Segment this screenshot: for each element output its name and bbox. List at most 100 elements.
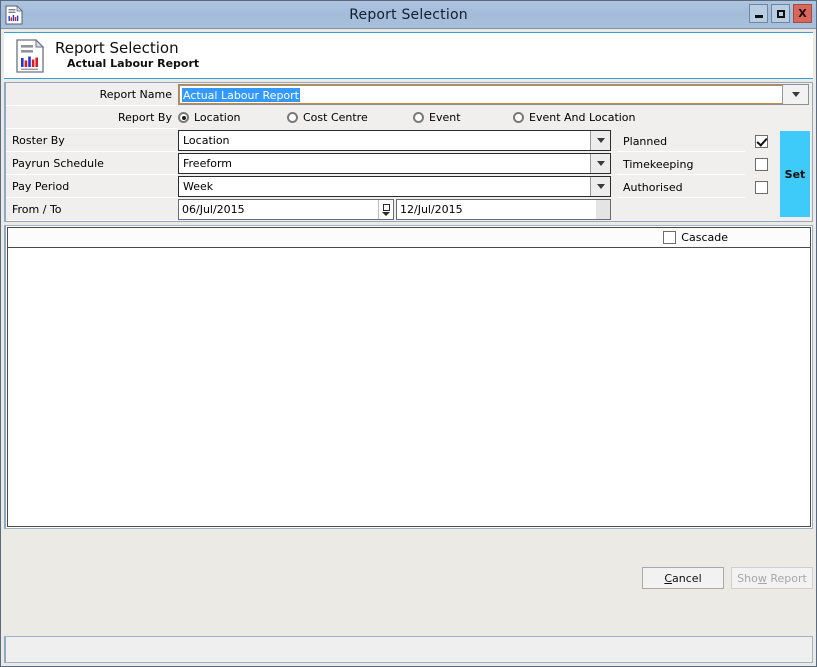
radio-option-event-and-location[interactable]: Event And Location <box>513 111 636 124</box>
cancel-button-label: Cancel <box>664 571 702 585</box>
form-left-column: Roster By Location Payrun Schedule Freef… <box>6 129 615 221</box>
from-date-value: 06/Jul/2015 <box>182 203 245 216</box>
roster-by-dropdown-button[interactable] <box>590 131 610 150</box>
cancel-button[interactable]: Cancel <box>642 567 724 589</box>
selection-list-body[interactable] <box>7 247 811 527</box>
report-by-label: Report By <box>6 106 178 129</box>
dialog-footer: Cancel Show Report <box>4 529 813 636</box>
cascade-label: Cascade <box>681 231 728 244</box>
chevron-down-icon <box>791 92 800 97</box>
pay-period-dropdown-button[interactable] <box>590 177 610 196</box>
from-to-control: 06/Jul/2015 12/Jul/2015 <box>178 198 615 221</box>
maximize-icon <box>776 9 785 18</box>
report-name-dropdown-button[interactable] <box>782 85 808 104</box>
selection-list-header: Cascade <box>7 227 811 247</box>
radio-label: Event And Location <box>529 111 636 124</box>
checkbox-timekeeping[interactable] <box>754 158 768 171</box>
close-button[interactable]: X <box>793 4 812 23</box>
option-row-planned: Planned <box>617 130 777 153</box>
checkbox-cascade[interactable] <box>663 231 677 244</box>
calendar-icon <box>382 203 390 211</box>
checkbox-planned[interactable] <box>754 135 768 148</box>
option-row-timekeeping: Timekeeping <box>617 153 777 176</box>
radio-label: Cost Centre <box>303 111 368 124</box>
pay-period-value: Week <box>183 180 214 193</box>
minimize-icon <box>754 14 763 18</box>
to-date-field[interactable]: 12/Jul/2015 <box>396 199 611 220</box>
option-checkbox-cell-timekeeping <box>745 158 777 171</box>
to-date-value: 12/Jul/2015 <box>400 203 463 216</box>
radio-option-event[interactable]: Event <box>413 111 507 124</box>
window-controls: X <box>749 4 812 23</box>
roster-by-row: Roster By Location <box>6 129 615 152</box>
option-checkbox-cell-authorised <box>745 181 777 194</box>
report-document-icon-large <box>16 38 45 73</box>
report-name-control: Actual Labour Report <box>178 83 812 106</box>
show-report-button[interactable]: Show Report <box>731 567 813 589</box>
radio-label: Event <box>429 111 461 124</box>
roster-by-combobox[interactable]: Location <box>178 130 611 151</box>
from-date-picker-button[interactable] <box>378 200 393 219</box>
options-list: Planned Timekeeping Authorised <box>617 130 777 219</box>
window-titlebar[interactable]: Report Selection X <box>1 1 816 29</box>
option-label-authorised: Authorised <box>617 177 745 198</box>
report-name-value-wrap[interactable]: Actual Labour Report <box>179 85 782 104</box>
payrun-schedule-value: Freeform <box>183 157 232 170</box>
report-form: Report Name Actual Labour Report Report … <box>4 82 813 222</box>
option-row-authorised: Authorised <box>617 176 777 199</box>
selection-list-panel: Cascade <box>4 225 813 529</box>
set-button[interactable]: Set <box>780 131 810 217</box>
report-name-row: Report Name Actual Labour Report <box>6 83 812 106</box>
from-date-field[interactable]: 06/Jul/2015 <box>178 199 394 220</box>
maximize-button[interactable] <box>771 4 790 23</box>
radio-option-cost-centre[interactable]: Cost Centre <box>287 111 407 124</box>
page-header: Report Selection Actual Labour Report <box>4 32 813 79</box>
cascade-option[interactable]: Cascade <box>663 231 728 244</box>
status-bar <box>4 636 813 663</box>
radio-option-location[interactable]: Location <box>178 111 281 124</box>
page-header-texts: Report Selection Actual Labour Report <box>55 40 199 71</box>
roster-by-control: Location <box>178 129 615 152</box>
radio-icon <box>178 112 189 123</box>
report-selection-window: Report Selection X Report Selection Actu… <box>0 0 817 667</box>
chevron-down-icon <box>596 138 605 143</box>
roster-by-label: Roster By <box>6 129 178 152</box>
option-label-timekeeping: Timekeeping <box>617 154 745 175</box>
window-title: Report Selection <box>349 6 468 23</box>
payrun-schedule-label: Payrun Schedule <box>6 152 178 175</box>
to-date-spacer <box>596 200 610 219</box>
chevron-down-icon <box>596 184 605 189</box>
option-label-planned: Planned <box>617 131 745 152</box>
radio-icon <box>287 112 298 123</box>
pay-period-row: Pay Period Week <box>6 175 615 198</box>
report-name-label: Report Name <box>6 83 178 106</box>
payrun-schedule-control: Freeform <box>178 152 615 175</box>
report-by-row: Report By Location Cost Centre Event Eve… <box>6 106 812 129</box>
radio-icon <box>413 112 424 123</box>
chevron-down-icon <box>596 161 605 166</box>
option-checkbox-cell-planned <box>745 135 777 148</box>
payrun-schedule-combobox[interactable]: Freeform <box>178 153 611 174</box>
page-subtitle: Actual Labour Report <box>67 57 200 70</box>
pay-period-combobox[interactable]: Week <box>178 176 611 197</box>
report-name-combobox[interactable]: Actual Labour Report <box>178 84 809 105</box>
report-by-radio-group: Location Cost Centre Event Event And Loc… <box>178 106 642 129</box>
show-report-button-label: Show Report <box>737 571 807 585</box>
options-panel: Planned Timekeeping Authorised Set <box>615 129 812 221</box>
from-to-row: From / To 06/Jul/2015 12/Jul/2015 <box>6 198 615 221</box>
pay-period-control: Week <box>178 175 615 198</box>
pay-period-label: Pay Period <box>6 175 178 198</box>
payrun-schedule-row: Payrun Schedule Freeform <box>6 152 615 175</box>
checkbox-authorised[interactable] <box>754 181 768 194</box>
payrun-schedule-dropdown-button[interactable] <box>590 154 610 173</box>
radio-icon <box>513 112 524 123</box>
chevron-down-icon <box>382 211 390 216</box>
from-to-label: From / To <box>6 198 178 221</box>
report-by-control: Location Cost Centre Event Event And Loc… <box>178 106 812 129</box>
report-document-icon <box>5 5 23 25</box>
radio-label: Location <box>194 111 241 124</box>
roster-by-value: Location <box>183 134 230 147</box>
report-name-value: Actual Labour Report <box>182 87 300 102</box>
form-body-split: Roster By Location Payrun Schedule Freef… <box>6 129 812 221</box>
minimize-button[interactable] <box>749 4 768 23</box>
